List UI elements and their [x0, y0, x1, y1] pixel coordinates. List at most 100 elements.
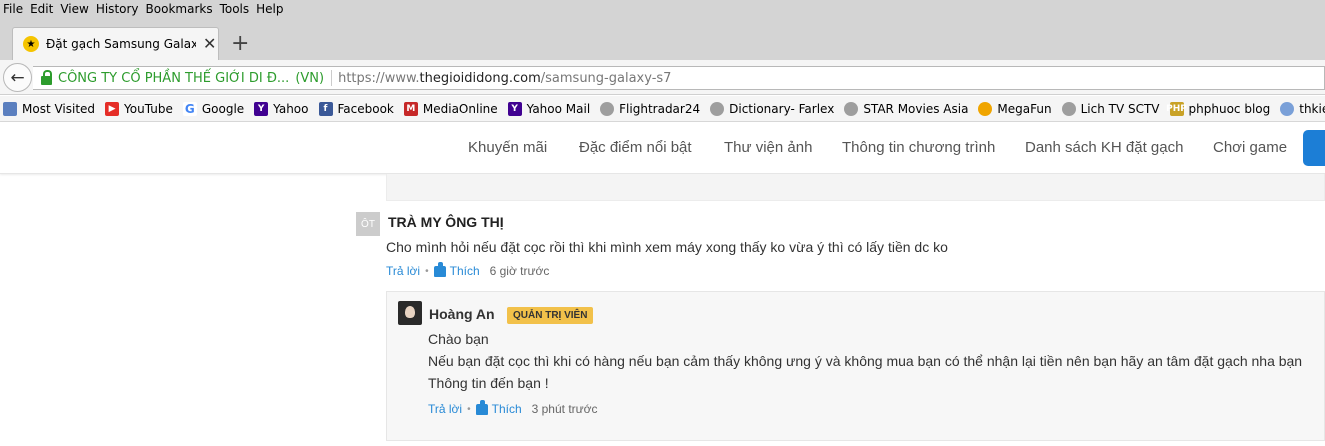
site-favicon-icon: ★: [23, 36, 39, 52]
bookmark-label: Flightradar24: [619, 101, 701, 116]
bookmark-label: Google: [201, 101, 245, 116]
address-divider: [331, 70, 333, 86]
most-visited-icon: [3, 101, 17, 116]
bookmark-item[interactable]: Most Visited: [0, 101, 96, 116]
blog-icon: PHP: [1166, 101, 1187, 116]
close-tab-icon[interactable]: ✕: [203, 36, 216, 52]
bookmark-item[interactable]: PHP phphuoc blog: [1166, 101, 1271, 116]
bookmark-label: MegaFun: [997, 101, 1052, 116]
bookmark-item[interactable]: Flightradar24: [597, 101, 701, 116]
admin-reply: Hoàng An QUẢN TRỊ VIÊN Chào bạn Nếu bạn …: [386, 291, 1325, 441]
bookmark-item[interactable]: M MediaOnline: [401, 101, 498, 116]
globe-icon: [1061, 101, 1076, 116]
bookmark-item[interactable]: ▶ YouTube: [102, 101, 173, 116]
bookmark-label: thkientuong: [1299, 101, 1325, 116]
menu-history[interactable]: History: [93, 2, 143, 16]
yahoo-mail-icon: Y: [507, 101, 522, 116]
mediaonline-icon: M: [403, 101, 418, 116]
cta-button[interactable]: [1303, 130, 1325, 166]
menu-bookmarks[interactable]: Bookmarks: [143, 2, 217, 16]
google-icon: G: [182, 101, 197, 116]
bookmark-item[interactable]: MegaFun: [975, 101, 1052, 116]
avatar: [398, 301, 422, 325]
globe-icon: [710, 101, 725, 116]
avatar: ÔT: [356, 212, 380, 236]
bookmark-label: Yahoo Mail: [526, 101, 591, 116]
nav-danh-sach[interactable]: Danh sách KH đặt gạch: [1025, 139, 1183, 156]
bookmark-label: YouTube: [124, 101, 173, 116]
bookmark-label: Yahoo: [273, 101, 309, 116]
site-navigation: Khuyến mãi Đặc điểm nổi bật Thư viện ảnh…: [0, 122, 1325, 174]
comment-actions: Trả lời • Thích 6 giờ trước: [386, 261, 549, 278]
nav-choi-game[interactable]: Chơi game: [1213, 139, 1287, 156]
url-text[interactable]: https://www.thegioididong.com/samsung-ga…: [338, 71, 671, 86]
reply-author: Hoàng An: [429, 306, 495, 322]
thkientuong-icon: [1280, 101, 1295, 116]
like-button[interactable]: Thích: [475, 399, 522, 416]
bookmark-item[interactable]: Dictionary- Farlex: [707, 101, 835, 116]
bookmark-label: Lich TV SCTV: [1080, 101, 1160, 116]
admin-badge: QUẢN TRỊ VIÊN: [507, 307, 594, 324]
reply-line: Nếu bạn đặt cọc thì khi có hàng nếu bạn …: [428, 353, 1303, 369]
reply-link[interactable]: Trả lời: [386, 264, 420, 278]
bookmark-item[interactable]: Lich TV SCTV: [1059, 101, 1160, 116]
reply-link[interactable]: Trả lời: [428, 402, 462, 416]
menu-help[interactable]: Help: [253, 2, 287, 16]
separator-dot: •: [467, 403, 471, 415]
nav-thong-tin[interactable]: Thông tin chương trình: [842, 139, 995, 156]
nav-khuyen-mai[interactable]: Khuyến mãi: [468, 139, 547, 156]
tab-title: Đặt gạch Samsung Galaxy ...: [46, 37, 196, 51]
page-content: Khuyến mãi Đặc điểm nổi bật Thư viện ảnh…: [0, 122, 1325, 446]
address-bar[interactable]: CÔNG TY CỔ PHẦN THẾ GIỚI DI Đ... (VN) ht…: [33, 66, 1325, 90]
globe-icon: [844, 101, 859, 116]
yahoo-icon: Y: [254, 101, 269, 116]
bookmark-label: Most Visited: [22, 101, 96, 116]
menu-bar: File Edit View History Bookmarks Tools H…: [0, 0, 1325, 17]
site-identity[interactable]: CÔNG TY CỔ PHẦN THẾ GIỚI DI Đ...: [58, 71, 289, 86]
new-tab-button[interactable]: +: [231, 33, 249, 55]
separator-dot: •: [425, 265, 429, 277]
bookmark-label: MediaOnline: [422, 101, 498, 116]
bookmarks-bar: Most Visited ▶ YouTube G Google Y Yahoo f Facebo…: [0, 96, 1325, 122]
bookmark-item[interactable]: Y Yahoo: [251, 101, 309, 116]
reply-actions: Trả lời • Thích 3 phút trước: [428, 399, 598, 416]
menu-view[interactable]: View: [57, 2, 92, 16]
bookmark-item[interactable]: G Google: [180, 101, 245, 116]
thumbs-up-icon: [433, 261, 446, 277]
menu-file[interactable]: File: [0, 2, 27, 16]
bookmark-label: STAR Movies Asia: [863, 101, 969, 116]
url-domain: thegioididong.com: [419, 70, 541, 86]
reply-line: Thông tin đến bạn !: [428, 375, 549, 391]
bookmark-item[interactable]: f Facebook: [316, 101, 394, 116]
bookmark-label: Facebook: [337, 101, 394, 116]
facebook-icon: f: [318, 101, 333, 116]
bookmark-item[interactable]: Y Yahoo Mail: [505, 101, 591, 116]
navigation-bar: ← CÔNG TY CỔ PHẦN THẾ GIỚI DI Đ... (VN) …: [0, 60, 1325, 95]
bookmark-label: phphuoc blog: [1188, 101, 1271, 116]
megafun-icon: [978, 101, 993, 116]
comment-text: Cho mình hỏi nếu đặt cọc rồi thì khi mìn…: [386, 239, 948, 255]
thumbs-up-icon: [475, 399, 488, 415]
site-country: (VN): [295, 70, 325, 86]
previous-reply-box: [386, 174, 1325, 201]
reply-time: 3 phút trước: [531, 402, 598, 416]
like-label: Thích: [491, 402, 522, 416]
tab-active[interactable]: ★ Đặt gạch Samsung Galaxy ... ✕: [12, 27, 219, 60]
reply-line: Chào bạn: [428, 331, 489, 347]
nav-dac-diem[interactable]: Đặc điểm nổi bật: [579, 139, 692, 156]
nav-thu-vien-anh[interactable]: Thư viện ảnh: [724, 139, 812, 156]
youtube-icon: ▶: [105, 101, 120, 116]
globe-icon: [600, 101, 615, 116]
menu-tools[interactable]: Tools: [217, 2, 254, 16]
back-button[interactable]: ←: [3, 63, 32, 92]
tab-strip: ★ Đặt gạch Samsung Galaxy ... ✕ +: [0, 17, 1325, 60]
url-prefix: https://www.: [338, 70, 420, 86]
menu-edit[interactable]: Edit: [27, 2, 57, 16]
lock-icon[interactable]: [41, 69, 52, 85]
bookmark-item[interactable]: STAR Movies Asia: [841, 101, 969, 116]
like-button[interactable]: Thích: [433, 261, 480, 278]
comment-author: TRÀ MY ÔNG THỊ: [388, 214, 504, 230]
bookmark-item[interactable]: thkientuong: [1277, 101, 1325, 116]
bookmark-label: Dictionary- Farlex: [729, 101, 835, 116]
like-label: Thích: [449, 264, 480, 278]
